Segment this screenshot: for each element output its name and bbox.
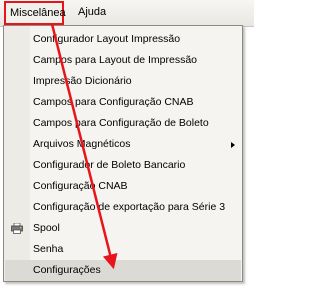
menu-item-campos-configuracao-boleto[interactable]: Campos para Configuração de Boleto — [5, 113, 241, 134]
submenu-arrow-icon — [231, 142, 235, 148]
menu-miscelanea[interactable]: Miscelânea — [4, 1, 66, 25]
menu-item-configurador-layout-impressao[interactable]: Configurador Layout Impressão — [5, 29, 241, 50]
menu-item-spool[interactable]: Spool — [5, 218, 241, 239]
menu-item-label: Arquivos Magnéticos — [33, 138, 131, 150]
menu-item-label: Senha — [33, 243, 64, 255]
printer-icon — [11, 223, 23, 234]
menu-ajuda[interactable]: Ajuda — [74, 0, 110, 24]
menu-item-arquivos-magneticos[interactable]: Arquivos Magnéticos — [5, 134, 241, 155]
menu-item-configuracao-exportacao-serie-3[interactable]: Configuração de exportação para Série 3 — [5, 197, 241, 218]
menu-item-label: Campos para Layout de Impressão — [33, 54, 198, 66]
menu-item-label: Configuração CNAB — [33, 180, 128, 192]
menu-item-configurador-boleto-bancario[interactable]: Configurador de Boleto Bancario — [5, 155, 241, 176]
menu-item-label: Configuração de exportação para Série 3 — [33, 201, 226, 213]
menu-item-impressao-dicionario[interactable]: Impressão Dicionário — [5, 71, 241, 92]
menu-item-label: Impressão Dicionário — [33, 75, 132, 87]
menu-item-senha[interactable]: Senha — [5, 239, 241, 260]
menu-item-label: Configurador Layout Impressão — [33, 33, 181, 45]
menu-item-label: Campos para Configuração de Boleto — [33, 117, 209, 129]
menu-item-campos-configuracao-cnab[interactable]: Campos para Configuração CNAB — [5, 92, 241, 113]
menu-item-label: Spool — [33, 222, 60, 234]
menu-item-label: Campos para Configuração CNAB — [33, 96, 194, 108]
menu-item-campos-layout-impressao[interactable]: Campos para Layout de Impressão — [5, 50, 241, 71]
menu-item-label: Configurador de Boleto Bancario — [33, 159, 186, 171]
menu-item-label: Configurações — [33, 264, 101, 276]
menu-item-configuracoes[interactable]: Configurações — [5, 260, 241, 281]
menu-bar: Miscelânea Ajuda — [0, 0, 254, 27]
miscelanea-dropdown-menu: Configurador Layout Impressão Campos par… — [3, 25, 243, 282]
menu-item-configuracao-cnab[interactable]: Configuração CNAB — [5, 176, 241, 197]
